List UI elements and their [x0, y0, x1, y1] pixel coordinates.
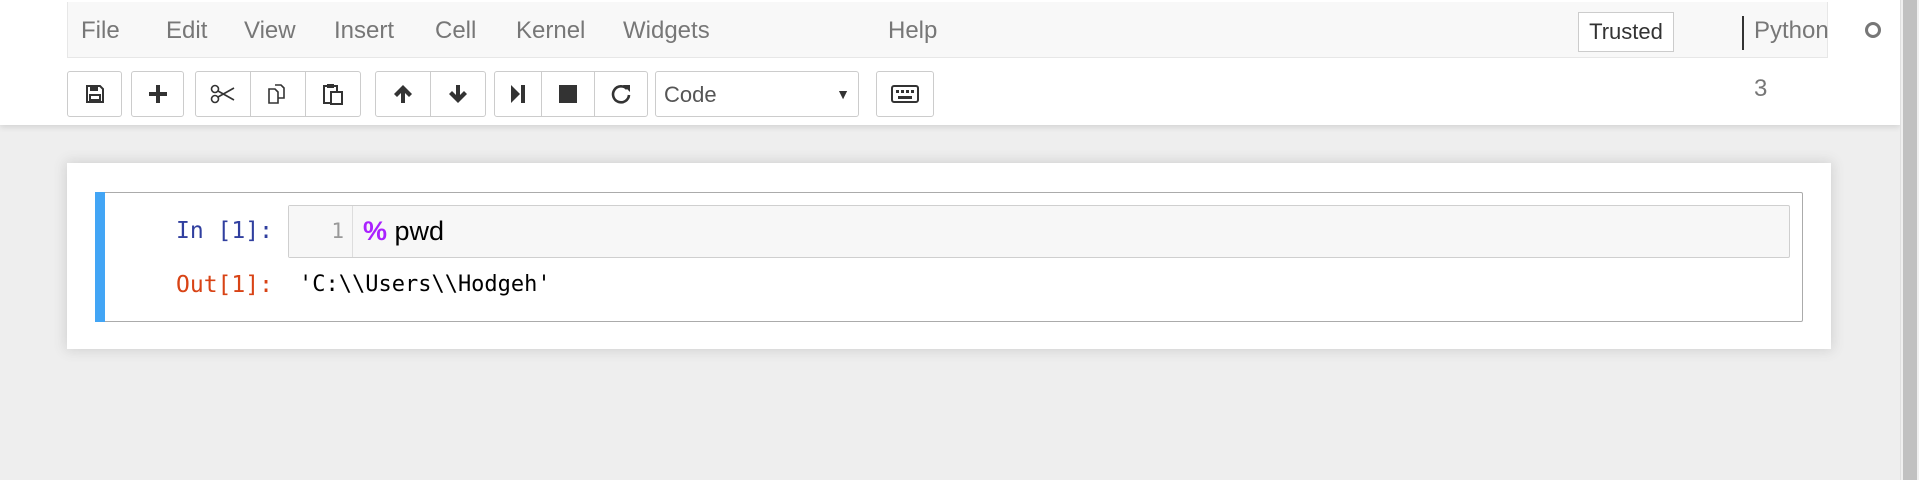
- cell-type-value: Code: [664, 82, 717, 107]
- line-gutter: 1: [289, 206, 353, 257]
- copy-icon: [266, 82, 290, 106]
- output-prompt: Out[1]:: [176, 272, 273, 298]
- vertical-scrollbar[interactable]: [1900, 0, 1919, 480]
- toolbar-group-edit: [195, 71, 361, 117]
- code-line[interactable]: % pwd: [363, 206, 444, 257]
- code-editor[interactable]: 1 % pwd: [288, 205, 1790, 258]
- scrollbar-thumb[interactable]: [1903, 0, 1917, 480]
- restart-button[interactable]: [594, 71, 648, 117]
- line-number: 1: [331, 219, 344, 243]
- refresh-icon: [610, 83, 632, 105]
- insert-cell-button[interactable]: [131, 71, 184, 117]
- input-prompt: In [1]:: [176, 218, 273, 244]
- run-button[interactable]: [494, 71, 542, 117]
- code-text: pwd: [387, 216, 445, 246]
- output-text: 'C:\\Users\\Hodgeh': [299, 272, 551, 297]
- menu-kernel[interactable]: Kernel: [516, 2, 585, 58]
- keyboard-icon: [891, 85, 919, 103]
- interrupt-button[interactable]: [541, 71, 595, 117]
- toolbar-group-move: [375, 71, 486, 117]
- magic-symbol: %: [363, 216, 388, 246]
- paste-icon: [321, 82, 345, 106]
- kernel-idle-icon: [1865, 22, 1881, 38]
- kernel-separator: [1742, 16, 1744, 50]
- toolbar-group-insert: [131, 71, 184, 117]
- notebook-container: In [1]: 1 % pwd Out[1]: 'C:\\Users\\Hodg…: [67, 163, 1831, 349]
- save-button[interactable]: [67, 71, 122, 117]
- cut-icon: [210, 83, 236, 105]
- menu-edit[interactable]: Edit: [166, 2, 207, 58]
- toolbar-group-save: [67, 71, 122, 117]
- kernel-name[interactable]: Python 3: [1754, 2, 1829, 102]
- copy-button[interactable]: [250, 71, 306, 117]
- menu-cell[interactable]: Cell: [435, 2, 476, 58]
- trusted-indicator[interactable]: Trusted: [1578, 12, 1674, 52]
- cell-type-select[interactable]: Code ▼: [655, 71, 859, 117]
- plus-icon: [147, 83, 169, 105]
- command-palette-button[interactable]: [876, 71, 934, 117]
- menu-insert[interactable]: Insert: [334, 2, 394, 58]
- cell-selected-bar: [95, 192, 105, 322]
- move-down-button[interactable]: [430, 71, 486, 117]
- code-cell[interactable]: In [1]: 1 % pwd Out[1]: 'C:\\Users\\Hodg…: [95, 192, 1803, 322]
- cut-button[interactable]: [195, 71, 251, 117]
- paste-button[interactable]: [305, 71, 361, 117]
- menu-view[interactable]: View: [244, 2, 296, 58]
- toolbar-group-run: [494, 71, 648, 117]
- arrow-up-icon: [392, 83, 414, 105]
- save-icon: [84, 83, 106, 105]
- step-forward-icon: [508, 83, 528, 105]
- menu-file[interactable]: File: [81, 2, 120, 58]
- caret-down-icon: ▼: [836, 86, 850, 102]
- menubar: File Edit View Insert Cell Kernel Widget…: [67, 2, 1881, 102]
- stop-icon: [558, 84, 578, 104]
- menu-widgets[interactable]: Widgets: [623, 2, 710, 58]
- menu-help[interactable]: Help: [888, 2, 937, 58]
- arrow-down-icon: [447, 83, 469, 105]
- move-up-button[interactable]: [375, 71, 431, 117]
- notebook-header: File Edit View Insert Cell Kernel Widget…: [0, 0, 1900, 125]
- toolbar-group-commands: [876, 71, 934, 117]
